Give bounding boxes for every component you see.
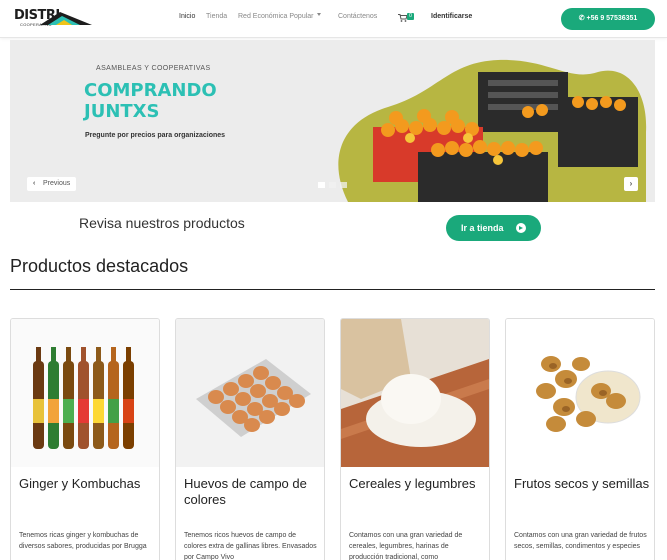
banner-produce-image: [338, 59, 647, 202]
banner-kicker: ASAMBLEAS Y COOPERATIVAS: [96, 65, 211, 72]
product-description: Contamos con una gran variedad de cereal…: [349, 532, 463, 560]
product-description: Contamos con una gran variedad de frutos…: [514, 532, 647, 550]
cta-text: Revisa nuestros productos: [79, 215, 245, 231]
go-to-store-label: Ir a tienda: [461, 223, 504, 233]
banner-subtitle: Pregunte por precios para organizaciones: [85, 132, 226, 139]
product-title[interactable]: Frutos secos y semillas: [514, 476, 650, 492]
section-divider: [10, 289, 655, 290]
logo-road-icon: [40, 12, 92, 25]
product-image-eggs[interactable]: [176, 319, 324, 467]
product-image-rice[interactable]: [341, 319, 489, 467]
banner-title: COMPRANDO JUNTXS: [84, 80, 274, 122]
whatsapp-icon: ✆: [578, 15, 587, 22]
product-image-walnuts[interactable]: [506, 319, 654, 467]
product-title[interactable]: Huevos de campo de colores: [184, 476, 320, 508]
product-description: Tenemos ricos huevos de campo de colores…: [184, 532, 317, 560]
carousel-dot[interactable]: [318, 182, 325, 188]
product-card[interactable]: Ginger y Kombuchas Tenemos ricas ginger …: [10, 318, 160, 560]
product-title[interactable]: Cereales y legumbres: [349, 476, 485, 492]
product-card[interactable]: Frutos secos y semillas Contamos con una…: [505, 318, 655, 560]
carousel-dot[interactable]: [329, 182, 336, 188]
login-link[interactable]: Identificarse: [431, 13, 472, 20]
nav-red-economica[interactable]: Red Económica Popular: [238, 13, 321, 20]
nav-tienda[interactable]: Tienda: [206, 13, 227, 20]
product-title[interactable]: Ginger y Kombuchas: [19, 476, 155, 492]
cart-count-badge: 0: [407, 13, 414, 20]
featured-products-title: Productos destacados: [10, 256, 189, 276]
cart-icon: [398, 14, 407, 22]
nav-red-economica-label: Red Económica Popular: [238, 13, 314, 20]
product-card[interactable]: Huevos de campo de colores Tenemos ricos…: [175, 318, 325, 560]
nav-contactenos[interactable]: Contáctenos: [338, 13, 377, 20]
product-description: Tenemos ricas ginger y kombuchas de dive…: [19, 532, 147, 550]
product-card[interactable]: Cereales y legumbres Contamos con una gr…: [340, 318, 490, 560]
arrow-circle-right-icon: [516, 223, 526, 233]
phone-number: +56 9 57536351: [586, 15, 638, 22]
product-image-ginger-kombucha[interactable]: [11, 319, 159, 467]
distri-logo[interactable]: DISTRI COOPERATIVA: [14, 8, 92, 30]
chevron-right-icon: ›: [629, 179, 633, 188]
carousel-dot[interactable]: [340, 182, 347, 188]
caret-down-icon: [316, 13, 321, 16]
carousel-next-button[interactable]: ›: [624, 177, 638, 191]
nav-inicio[interactable]: Inicio: [179, 13, 195, 20]
top-navbar: DISTRI COOPERATIVA Inicio Tienda Red Eco…: [0, 0, 667, 38]
carousel-prev-button[interactable]: ‹ Previous: [27, 177, 76, 191]
cart-button[interactable]: 0: [398, 12, 418, 24]
banner-title-line1: COMPRANDO: [84, 80, 217, 101]
hero-carousel[interactable]: ASAMBLEAS Y COOPERATIVAS COMPRANDO JUNTX…: [10, 40, 655, 202]
go-to-store-button[interactable]: Ir a tienda: [446, 215, 541, 241]
chevron-left-icon: ‹: [33, 180, 36, 187]
carousel-prev-label: Previous: [43, 180, 71, 187]
whatsapp-phone-button[interactable]: ✆ +56 9 57536351: [561, 8, 655, 30]
banner-title-line2: JUNTXS: [84, 101, 160, 122]
